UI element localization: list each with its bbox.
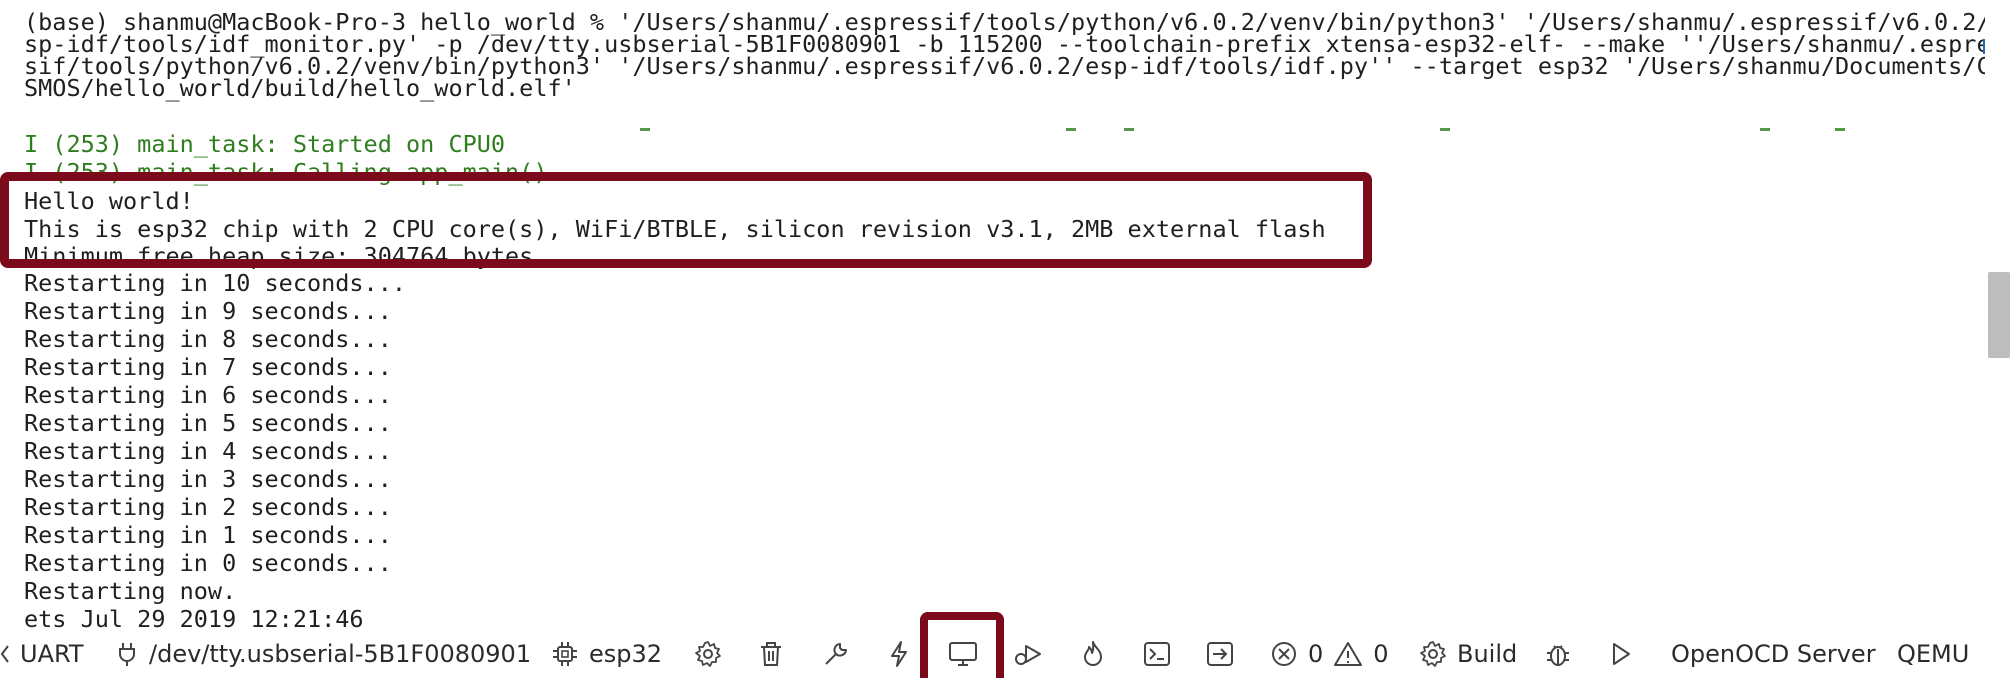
terminal-line: Restarting in 0 seconds... [24, 549, 392, 577]
openocd-server-button[interactable]: OpenOCD Server [1671, 630, 1876, 678]
terminal-line: Restarting in 9 seconds... [24, 297, 392, 325]
terminal-line: Restarting in 10 seconds... [24, 269, 407, 297]
serial-port-item[interactable]: /dev/tty.usbserial-5B1F0080901 [115, 630, 531, 678]
terminal-line: Restarting in 7 seconds... [24, 353, 392, 381]
enter-icon [1207, 642, 1233, 666]
target-item[interactable]: esp32 [551, 630, 662, 678]
openocd-label: OpenOCD Server [1671, 640, 1876, 668]
debug-run-icon [1015, 645, 1041, 665]
chip-icon [553, 642, 577, 666]
run-task-button[interactable] [1206, 630, 1234, 678]
bug-icon [1547, 645, 1569, 666]
terminal-line: ets Jul 29 2019 12:21:46 [24, 605, 364, 630]
settings-button[interactable] [694, 630, 722, 678]
trash-icon [761, 642, 781, 666]
build-button[interactable]: Build [1419, 630, 1517, 678]
terminal-line: Restarting now. [24, 577, 237, 605]
terminal-line: Restarting in 8 seconds... [24, 325, 392, 353]
build-flash-monitor-button[interactable] [1081, 630, 1105, 678]
error-count: 0 [1308, 640, 1324, 668]
wrench-icon [825, 643, 847, 665]
warning-icon [1334, 642, 1363, 666]
output-highlight-box [0, 172, 1372, 268]
gear-icon [1420, 641, 1446, 667]
terminal-line: Restarting in 4 seconds... [24, 437, 392, 465]
monitor-highlight-box [920, 612, 1004, 678]
terminal-line: Restarting in 5 seconds... [24, 409, 392, 437]
terminal-panel[interactable]: (base) shanmu@MacBook-Pro-3 hello_world … [0, 0, 1985, 630]
lightning-icon [891, 641, 907, 667]
run-button[interactable] [1609, 630, 1633, 678]
chevron-left-icon [0, 645, 9, 663]
uart-item[interactable]: UART [0, 630, 84, 678]
build-wrench-button[interactable] [822, 630, 850, 678]
full-clean-button[interactable] [758, 630, 784, 678]
plug-icon [119, 643, 135, 666]
error-icon [1272, 642, 1296, 666]
terminal-line: Restarting in 3 seconds... [24, 465, 392, 493]
warning-count: 0 [1373, 640, 1389, 668]
terminal-log-info-line: I (253) main_task: Started on CPU0 [24, 130, 506, 158]
terminal-button[interactable] [1143, 630, 1171, 678]
terminal-line: SMOS/hello_world/build/hello_world.elf' [24, 74, 576, 102]
debug-bug-button[interactable] [1544, 630, 1572, 678]
target-label: esp32 [589, 640, 663, 668]
terminal-line: Restarting in 1 seconds... [24, 521, 392, 549]
qemu-label: QEMU [1897, 640, 1970, 668]
status-bar: UART /dev/tty.usbserial-5B1F0080901 esp3… [0, 612, 2010, 678]
problems-item[interactable]: 0 0 [1270, 630, 1389, 678]
terminal-line: Restarting in 6 seconds... [24, 381, 392, 409]
flame-icon [1084, 641, 1102, 666]
terminal-scrollbar-thumb[interactable] [1988, 272, 2010, 358]
build-label: Build [1457, 640, 1518, 668]
debug-button[interactable] [1012, 630, 1044, 678]
serial-port-label: /dev/tty.usbserial-5B1F0080901 [149, 640, 532, 668]
qemu-button[interactable]: QEMU [1897, 630, 1969, 678]
play-icon [1613, 643, 1630, 665]
terminal-line: Restarting in 2 seconds... [24, 493, 392, 521]
uart-label: UART [20, 640, 84, 668]
terminal-icon [1144, 642, 1170, 666]
gear-icon [695, 641, 721, 667]
flash-button[interactable] [888, 630, 910, 678]
